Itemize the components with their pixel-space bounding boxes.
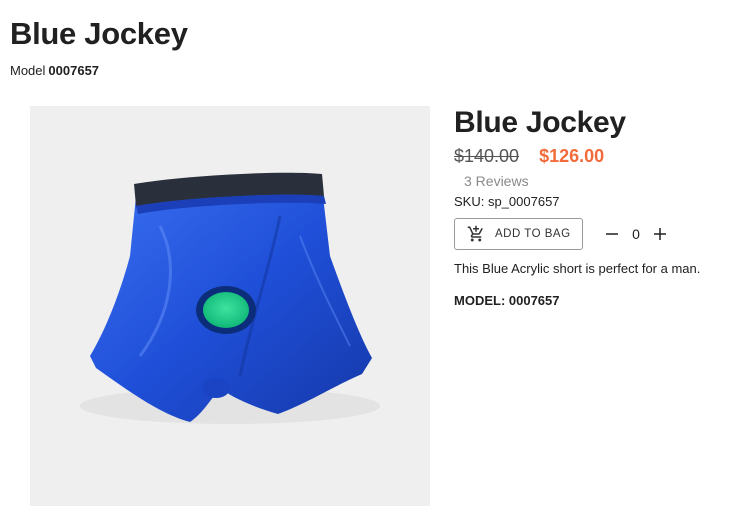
cart-row: ADD TO BAG 0 [454, 218, 724, 250]
pouch [202, 378, 230, 398]
green-patch [203, 292, 249, 328]
product-details: Blue Jockey $140.00 $126.00 3 Reviews SK… [454, 104, 724, 309]
model-spec: MODEL: 0007657 [454, 293, 560, 308]
page-title: Blue Jockey [10, 16, 188, 51]
original-price: $140.00 [454, 145, 520, 166]
add-to-bag-button[interactable]: ADD TO BAG [454, 218, 583, 250]
model-label: Model [10, 63, 46, 78]
minus-icon[interactable] [603, 225, 621, 243]
quantity-value: 0 [632, 226, 640, 242]
product-page: Blue Jockey Model 0007657 Blue Jockey $1… [0, 0, 730, 518]
reviews-link[interactable]: 3 Reviews [464, 172, 724, 190]
product-title: Blue Jockey [454, 106, 626, 139]
add-shopping-cart-icon [467, 225, 483, 242]
price-row: $140.00 $126.00 [454, 144, 724, 168]
quantity-stepper: 0 [603, 225, 669, 243]
product-image [30, 106, 430, 506]
product-description: This Blue Acrylic short is perfect for a… [454, 261, 701, 276]
model-line: Model 0007657 [10, 63, 99, 79]
model-number: 0007657 [48, 63, 100, 78]
add-to-bag-label: ADD TO BAG [495, 228, 571, 240]
sale-price: $126.00 [539, 145, 605, 166]
sku-label: SKU: sp_0007657 [454, 194, 560, 209]
plus-icon[interactable] [651, 225, 669, 243]
product-photo [80, 172, 380, 424]
